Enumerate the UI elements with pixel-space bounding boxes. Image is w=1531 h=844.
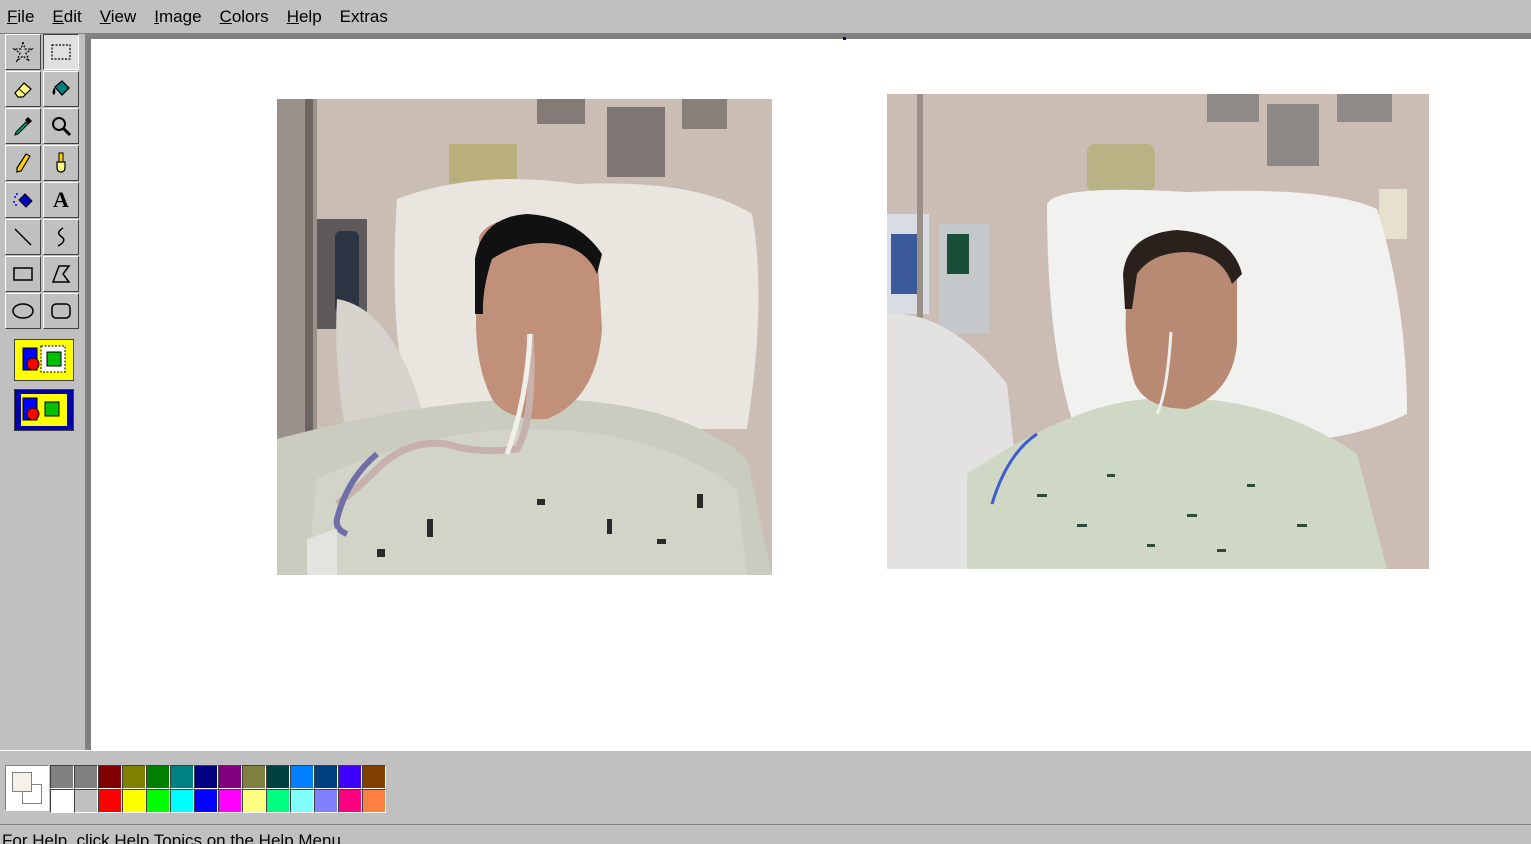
magnifier-icon <box>52 117 72 137</box>
palette-swatch[interactable] <box>50 789 74 813</box>
palette-swatch[interactable] <box>218 789 242 813</box>
palette-swatch[interactable] <box>170 765 194 789</box>
line-icon <box>14 228 32 246</box>
line-tool[interactable] <box>5 219 41 255</box>
palette-swatch[interactable] <box>74 765 98 789</box>
painting-image <box>277 99 772 575</box>
palette-swatch[interactable] <box>50 765 74 789</box>
workspace <box>86 34 1531 750</box>
paint-window: File Edit View Image Colors Help Extras <box>0 0 1531 844</box>
text-icon: A <box>53 187 69 212</box>
airbrush-icon <box>13 193 33 208</box>
status-bar: For Help, click Help Topics on the Help … <box>0 824 1531 844</box>
color-box <box>0 750 1531 824</box>
fill-tool[interactable] <box>43 71 79 107</box>
palette-swatch[interactable] <box>170 789 194 813</box>
palette-swatch[interactable] <box>266 765 290 789</box>
opaque-selection-option[interactable] <box>14 339 74 381</box>
menu-help[interactable]: Help <box>284 7 325 27</box>
palette-swatch[interactable] <box>290 765 314 789</box>
palette-swatch[interactable] <box>146 789 170 813</box>
eraser-tool[interactable] <box>5 71 41 107</box>
palette-swatch[interactable] <box>314 765 338 789</box>
palette-swatch[interactable] <box>362 789 386 813</box>
rectangle-tool[interactable] <box>5 256 41 292</box>
photo-image <box>887 94 1429 569</box>
palette-swatch[interactable] <box>242 765 266 789</box>
palette-swatch[interactable] <box>266 789 290 813</box>
curve-icon <box>57 227 65 247</box>
text-tool[interactable]: A <box>43 182 79 218</box>
palette-swatch[interactable] <box>338 789 362 813</box>
opaque-selection-icon <box>22 345 66 373</box>
palette-swatch[interactable] <box>194 789 218 813</box>
free-form-select-tool[interactable] <box>5 34 41 70</box>
eraser-icon <box>14 82 32 98</box>
airbrush-tool[interactable] <box>5 182 41 218</box>
status-text: For Help, click Help Topics on the Help … <box>2 831 346 844</box>
palette-swatch[interactable] <box>242 789 266 813</box>
brush-tool[interactable] <box>43 145 79 181</box>
rounded-rectangle-tool[interactable] <box>43 293 79 329</box>
menu-bar: File Edit View Image Colors Help Extras <box>0 0 1531 34</box>
palette-swatch[interactable] <box>74 789 98 813</box>
polygon-icon <box>51 265 71 283</box>
transparent-selection-option[interactable] <box>14 389 74 431</box>
menu-file[interactable]: File <box>4 7 37 27</box>
dashed-rect-icon <box>51 44 71 60</box>
foreground-color-swatch <box>12 772 32 792</box>
palette-swatch[interactable] <box>98 765 122 789</box>
ellipse-tool[interactable] <box>5 293 41 329</box>
paint-bucket-icon <box>52 80 70 96</box>
palette-swatch[interactable] <box>194 765 218 789</box>
pick-color-tool[interactable] <box>5 108 41 144</box>
star-select-icon <box>12 40 34 63</box>
pencil-icon <box>16 153 31 173</box>
current-colors-indicator <box>5 765 49 811</box>
menu-extras[interactable]: Extras <box>337 7 391 27</box>
menu-edit[interactable]: Edit <box>49 7 84 27</box>
menu-image[interactable]: Image <box>151 7 204 27</box>
curve-tool[interactable] <box>43 219 79 255</box>
palette-swatch[interactable] <box>218 765 242 789</box>
polygon-tool[interactable] <box>43 256 79 292</box>
canvas-resize-handle[interactable] <box>843 37 846 40</box>
rect-select-tool[interactable] <box>43 34 79 70</box>
tool-box: A <box>0 34 86 750</box>
palette-swatch[interactable] <box>122 789 146 813</box>
palette-swatch[interactable] <box>338 765 362 789</box>
palette-swatch[interactable] <box>98 789 122 813</box>
palette-swatch[interactable] <box>146 765 170 789</box>
rectangle-icon <box>13 267 33 281</box>
ellipse-icon <box>12 303 34 319</box>
magnifier-tool[interactable] <box>43 108 79 144</box>
palette-swatch[interactable] <box>290 789 314 813</box>
pencil-tool[interactable] <box>5 145 41 181</box>
rounded-rect-icon <box>51 303 71 319</box>
transparent-selection-icon <box>21 394 67 426</box>
palette-swatch[interactable] <box>122 765 146 789</box>
eyedropper-icon <box>14 117 32 136</box>
menu-colors[interactable]: Colors <box>217 7 272 27</box>
palette-swatch[interactable] <box>314 789 338 813</box>
menu-view[interactable]: View <box>97 7 140 27</box>
color-palette <box>50 765 388 813</box>
drawing-canvas[interactable] <box>91 37 1531 750</box>
brush-icon <box>56 152 66 173</box>
palette-swatch[interactable] <box>362 765 386 789</box>
